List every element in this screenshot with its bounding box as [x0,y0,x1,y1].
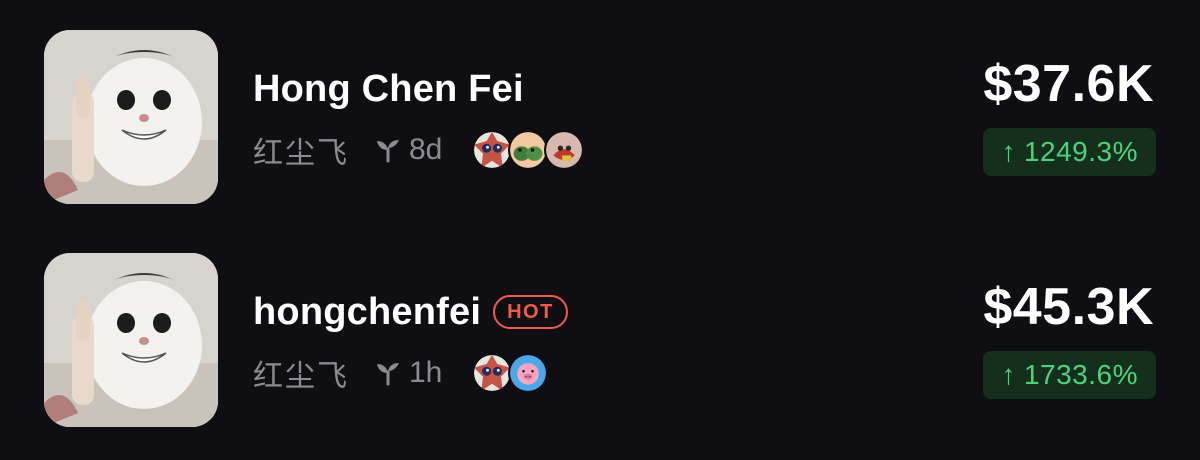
sprout-icon [375,137,401,163]
token-meta: 红尘飞 1h [253,351,549,395]
hot-badge: HOT [493,295,568,329]
change-percent: 1249.3% [1023,136,1138,167]
change-badge: ↑ 1733.6% [983,351,1156,399]
holder-avatars [472,130,585,170]
frog-duo-icon [508,130,549,170]
market-cap-value: $45.3K [983,278,1154,336]
star-face-icon [472,130,513,170]
token-age: 8d [409,133,443,166]
token-name: hongchenfei [253,290,482,333]
token-avatar [44,30,218,204]
cartoon-face-icon [544,130,585,170]
change-badge: ↑ 1249.3% [983,128,1156,176]
token-name: Hong Chen Fei [253,67,524,110]
star-face-icon [472,353,513,393]
arrow-up-icon: ↑ [1001,136,1016,167]
token-chinese-name: 红尘飞 [253,360,349,393]
arrow-up-icon: ↑ [1001,359,1016,390]
token-avatar [44,253,218,427]
token-title: Hong Chen Fei [253,66,524,112]
token-row[interactable]: Hong Chen Fei 红尘飞 8d $37.6K ↑ 1249.3% [0,30,1200,206]
token-age: 1h [409,356,443,389]
token-list: Hong Chen Fei 红尘飞 8d $37.6K ↑ 1249.3% ho… [0,0,1200,460]
market-cap-value: $37.6K [983,55,1154,113]
token-title: hongchenfei HOT [253,289,568,335]
sprout-icon [375,360,401,386]
pink-pig-icon [508,353,549,393]
change-percent: 1733.6% [1023,359,1138,390]
token-row[interactable]: hongchenfei HOT 红尘飞 1h $45.3K ↑ 1733.6% [0,253,1200,429]
token-chinese-name: 红尘飞 [253,137,349,170]
holder-avatars [472,353,549,393]
token-meta: 红尘飞 8d [253,128,585,172]
